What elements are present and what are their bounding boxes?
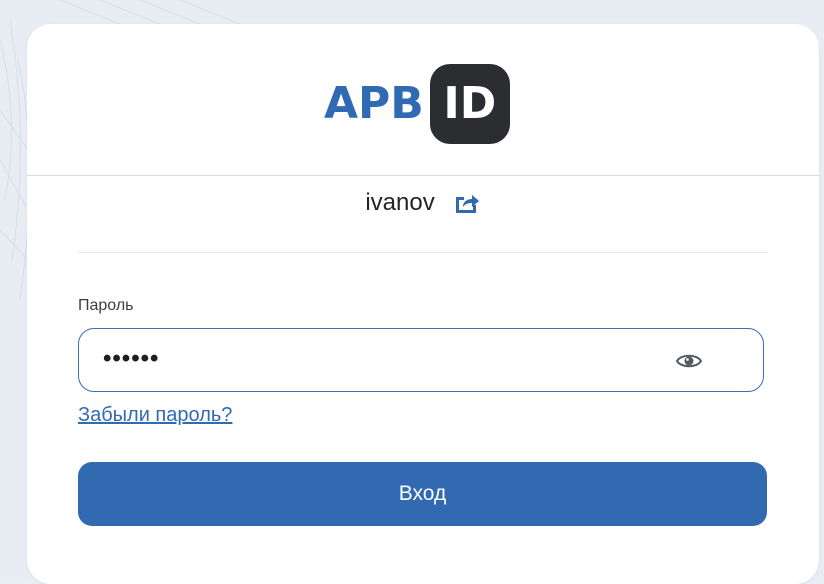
password-label: Пароль — [78, 297, 134, 314]
login-button[interactable]: Вход — [78, 462, 767, 526]
password-field[interactable]: •••••• — [78, 328, 764, 392]
logo-text: АРВ — [324, 78, 424, 129]
logo: АРВ ID — [324, 64, 510, 144]
eye-icon[interactable] — [675, 352, 703, 370]
divider — [78, 252, 768, 253]
password-value: •••••• — [103, 345, 160, 372]
forgot-password-link[interactable]: Забыли пароль? — [78, 404, 232, 427]
username: ivanov — [365, 189, 435, 216]
login-card: АРВ ID ivanov Пароль •••••• Забыли парол… — [27, 24, 819, 584]
logo-header: АРВ ID — [27, 24, 819, 176]
user-row: ivanov — [27, 189, 819, 217]
logo-badge: ID — [429, 64, 510, 144]
external-link-icon[interactable] — [453, 191, 481, 215]
